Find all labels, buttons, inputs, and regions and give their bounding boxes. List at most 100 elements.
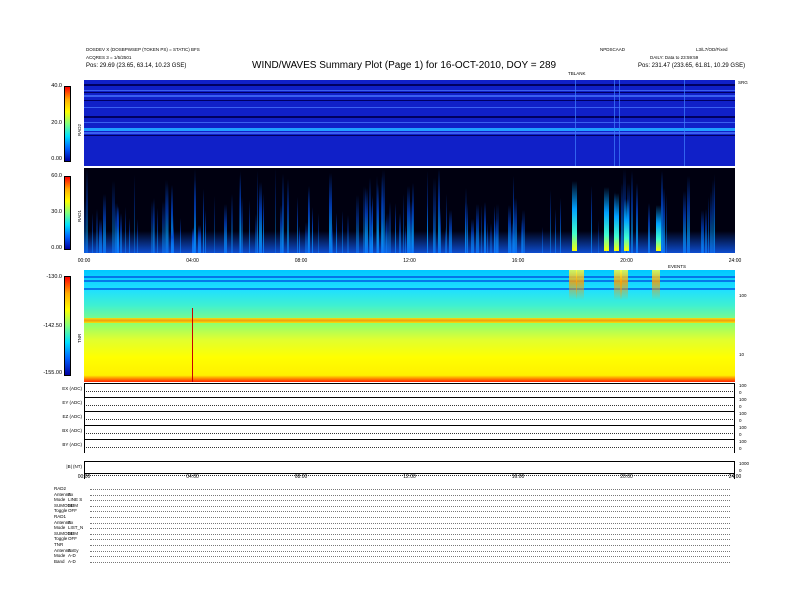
time-axis-a-tick-6: 24:00: [728, 258, 742, 264]
rad2-band: [84, 107, 735, 108]
itable-value-1: Ex: [68, 491, 74, 497]
strip-0: [84, 383, 735, 397]
time-axis-a-tick-5: 20:00: [620, 258, 633, 264]
tnr-burst: [652, 270, 660, 300]
tnr-band: [84, 288, 735, 290]
tnr-band: [84, 280, 735, 282]
tnr-cbar-tick-top: -130.0: [46, 274, 62, 280]
itable-row-dots-4: [90, 511, 730, 513]
strip-label-0: EX (ADC): [62, 386, 82, 391]
rad1-cbar-tick-mid: 30.0: [51, 209, 62, 215]
strip-right-label-5-0: 1000: [739, 461, 750, 466]
strip-label-4: BY (ADC): [62, 442, 82, 447]
header-left-line1: DOSDEV X (DOSBPWSEP (TOKEN PS) = STATIC)…: [86, 47, 200, 52]
time-axis-b-tick-2: 08:00: [294, 474, 308, 480]
itable-key-7: Mode: [54, 525, 66, 531]
rad1-spectrogram: [84, 168, 735, 253]
tnr-cbar-tick-bottom: -155.00: [43, 370, 62, 376]
strip-trace-3: [86, 433, 733, 434]
itable-row-dots-13: [90, 561, 730, 563]
itable-value-7: LIST_N: [68, 525, 84, 531]
tnr-red-spike: [192, 308, 193, 382]
strip-right-label-0-0: 100: [739, 383, 747, 388]
rad1-low-glow: [84, 231, 735, 253]
strip-right-label-4-0: 100: [739, 439, 747, 444]
strip-2: [84, 411, 735, 425]
page-title: WIND/WAVES Summary Plot (Page 1) for 16-…: [252, 60, 557, 71]
rad1-burst: [614, 193, 619, 251]
itable-value-6: Ex: [68, 519, 74, 525]
rad2-band: [84, 90, 735, 91]
itable-row-dots-12: [90, 556, 730, 558]
tnr-band: [84, 276, 735, 278]
itable-row-dots-9: [90, 539, 730, 541]
tnr-plasma-line: [84, 318, 735, 323]
itable-row-dots-10: [90, 545, 730, 546]
itable-key-0: RAD2: [54, 486, 67, 491]
tnr-colorbar: [64, 276, 71, 376]
itable-value-2: LINE S: [68, 497, 83, 503]
strip-right-label-5-1: 0: [739, 468, 742, 473]
itable-key-13: Band: [54, 558, 65, 564]
time-axis-a-tick-4: 16:00: [511, 258, 525, 264]
itable-row-dots-0: [90, 489, 730, 490]
strip-label-1: EY (ADC): [62, 400, 82, 405]
tnr-right-axis-bottom: 10: [739, 352, 745, 357]
strip-trace-1: [86, 405, 733, 406]
header-left-pos: Pos: 29.69 (23.65, 63.14, 10.23 GSE): [86, 63, 187, 69]
time-axis-b-tick-0: 00:00: [77, 474, 91, 480]
tnr-burst: [576, 270, 584, 300]
strip-right-label-0-1: 0: [739, 390, 742, 395]
itable-key-12: Mode: [54, 553, 66, 559]
itable-key-10: TNR: [54, 542, 64, 547]
rad1-cbar-tick-bottom: 0.00: [51, 245, 62, 251]
itable-key-2: Mode: [54, 497, 66, 503]
strip-4: [84, 439, 735, 453]
time-axis-a-tick-3: 12:00: [403, 258, 416, 264]
strip-right-label-3-0: 100: [739, 425, 747, 430]
top-right-label: SRG: [738, 80, 748, 85]
itable-value-8: SUM: [68, 530, 78, 536]
time-axis-b-tick-1: 04:00: [186, 474, 199, 480]
rad2-band: [84, 95, 735, 97]
rad2-cbar-tick-top: 40.0: [51, 83, 62, 89]
itable-row-dots-3: [90, 505, 730, 507]
rad1-colorbar: [64, 176, 71, 250]
header-left-line2: ACQRES 3 = 1/5/2501: [86, 55, 132, 60]
tnr-corner-label: EVENTS: [668, 264, 687, 269]
rad1-burst: [572, 181, 577, 251]
rad1-burst: [604, 187, 609, 251]
rad2-band: [84, 92, 735, 93]
rad1-burst: [624, 199, 629, 251]
time-axis-b-tick-4: 16:00: [511, 474, 525, 480]
itable-row-dots-1: [90, 494, 730, 496]
strip-label-3: BX (ADC): [62, 428, 82, 433]
itable-row-dots-7: [90, 528, 730, 530]
rad2-streak: [619, 80, 620, 166]
rad2-streak: [575, 80, 576, 166]
strip-right-label-3-1: 0: [739, 432, 742, 437]
itable-key-4: Toggle: [54, 508, 68, 514]
rad2-band: [84, 135, 735, 136]
rad2-panel-label: RAD2: [77, 123, 82, 136]
time-axis-a-tick-0: 00:00: [77, 258, 91, 264]
strip-right-label-2-0: 100: [739, 411, 747, 416]
rad2-band: [84, 116, 735, 118]
time-axis-a-tick-2: 08:00: [294, 258, 308, 264]
strip-right-label-4-1: 0: [739, 446, 742, 451]
time-axis-a: 00:00 04:00 08:00 12:00 16:00 20:00 24:00: [78, 258, 742, 266]
rad1-panel-label: RAD1: [77, 209, 82, 222]
time-axis-b-tick-3: 12:00: [403, 474, 416, 480]
strip-label-5: |B| (NT): [66, 464, 82, 469]
tnr-panel-label: TNR: [77, 333, 82, 343]
time-axis-b: 00:00 04:00 08:00 12:00 16:00 20:00 24:00: [78, 474, 742, 482]
tnr-cbar-tick-mid: -142.50: [43, 323, 62, 329]
rad2-band: [84, 100, 735, 101]
rad2-streak: [614, 80, 615, 166]
rad2-band: [84, 122, 735, 123]
tnr-spectrogram: [84, 270, 735, 382]
time-axis-b-tick-5: 20:00: [620, 474, 633, 480]
itable-row-dots-6: [90, 522, 730, 524]
rad2-cbar-tick-bottom: 0.00: [51, 156, 62, 162]
top-center-label: TBLANK: [568, 71, 586, 76]
